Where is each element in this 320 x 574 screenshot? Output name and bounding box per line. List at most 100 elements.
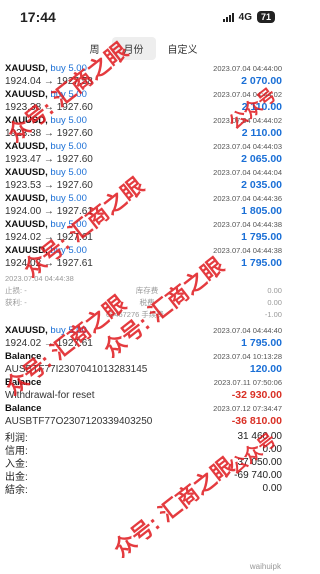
deal-symbol: XAUUSD, bbox=[5, 141, 48, 152]
summary-profit-value: 31 460.00 bbox=[237, 431, 283, 442]
deal-prices: 1924.02 → 1927.61 bbox=[5, 338, 93, 349]
deal-row[interactable]: XAUUSD, buy 5.00 2023.07.04 04:44:36 1924.… bbox=[0, 192, 287, 218]
deal-header: XAUUSD, buy 5.00 2023.07.04 04:44:02 bbox=[5, 115, 282, 127]
balance-body: AUSBTF77I2307041013283145 120.00 bbox=[5, 363, 282, 375]
deal-row[interactable]: XAUUSD, buy 5.00 2023.07.04 04:44:02 1923.… bbox=[0, 114, 287, 140]
deal-profit: 1 805.00 bbox=[241, 205, 282, 217]
battery-icon: 71 bbox=[256, 11, 275, 23]
balance-body: Withdrawal-for reset -32 930.00 bbox=[5, 389, 282, 401]
history-list: XAUUSD, buy 5.00 2023.07.04 04:44:00 1924.… bbox=[0, 62, 287, 497]
detail-time: 2023.07.04 04:44:38 bbox=[5, 273, 74, 283]
deal-body: 1923.53 → 1927.60 2 035.00 bbox=[5, 179, 282, 191]
tax-value: 0.00 bbox=[267, 297, 282, 307]
deal-symbol: XAUUSD, bbox=[5, 63, 48, 74]
deal-side: buy 5.00 bbox=[50, 115, 87, 126]
deal-header: XAUUSD, buy 5.00 2023.07.04 04:44:38 bbox=[5, 245, 282, 257]
balance-comment: Withdrawal-for reset bbox=[5, 390, 95, 401]
summary-withdrawal-value: -69 740.00 bbox=[234, 470, 282, 481]
balance-header: Balance 2023.07.11 07:50:06 bbox=[5, 377, 282, 389]
deal-prices: 1924.04 → 1927.58 bbox=[5, 76, 93, 87]
deal-instrument: XAUUSD, buy 5.00 bbox=[5, 141, 87, 152]
tax-label: 税费 bbox=[139, 297, 155, 307]
deal-symbol: XAUUSD, bbox=[5, 325, 48, 336]
deal-side: buy 5.00 bbox=[50, 167, 87, 178]
deal-row[interactable]: XAUUSD, buy 5.00 2023.07.04 04:44:00 1924.… bbox=[0, 62, 287, 88]
deal-time: 2023.07.04 04:44:04 bbox=[213, 168, 282, 177]
balance-row[interactable]: Balance 2023.07.12 07:34:47 AUSBTF77O23071… bbox=[0, 402, 287, 428]
status-icons: 4G 71 bbox=[222, 11, 275, 23]
deal-profit: 1 795.00 bbox=[241, 231, 282, 243]
balance-title: Balance bbox=[5, 377, 42, 388]
balance-title: Balance bbox=[5, 351, 42, 362]
deal-header: XAUUSD, buy 5.00 2023.07.04 04:44:38 bbox=[5, 219, 282, 231]
deal-instrument: XAUUSD, buy 5.00 bbox=[5, 63, 87, 74]
deal-prices: 1923.38 → 1927.60 bbox=[5, 128, 93, 139]
deal-header: XAUUSD, buy 5.00 2023.07.04 04:44:36 bbox=[5, 193, 282, 205]
deal-row[interactable]: XAUUSD, buy 5.00 2023.07.04 04:44:04 1923.… bbox=[0, 166, 287, 192]
deal-header: XAUUSD, buy 5.00 2023.07.04 04:44:02 bbox=[5, 89, 282, 101]
deal-profit: 2 065.00 bbox=[241, 153, 282, 165]
deal-side: buy 5.00 bbox=[50, 141, 87, 152]
deal-side: buy 5.00 bbox=[50, 89, 87, 100]
summary-balance-value: 0.00 bbox=[262, 483, 282, 494]
deal-instrument: XAUUSD, buy 5.00 bbox=[5, 115, 87, 126]
balance-time: 2023.07.11 07:50:06 bbox=[213, 378, 282, 387]
deal-prices: 1923.47 → 1927.60 bbox=[5, 154, 93, 165]
tp-label: 获利: bbox=[5, 297, 23, 307]
deal-symbol: XAUUSD, bbox=[5, 115, 48, 126]
tab-month[interactable]: 月份 bbox=[111, 36, 156, 60]
deal-instrument: XAUUSD, buy 5.00 bbox=[5, 167, 87, 178]
deal-side: buy 5.00 bbox=[50, 193, 87, 204]
deal-time: 2023.07.04 04:44:36 bbox=[213, 194, 282, 203]
balance-amount: -32 930.00 bbox=[231, 389, 282, 401]
deal-row[interactable]: XAUUSD, buy 5.00 2023.07.04 04:44:38 1924.… bbox=[0, 244, 287, 270]
network-type: 4G bbox=[238, 11, 252, 23]
summary-deposit-value: 37 050.00 bbox=[237, 457, 283, 468]
summary: 利润: 31 460.00 信用: 0.00 入金: 37 050.00 出金: -69… bbox=[0, 428, 287, 497]
deal-prices: 1924.00 → 1927.61 bbox=[5, 206, 93, 217]
deal-body: 1923.38 → 1927.60 2 110.00 bbox=[5, 127, 282, 139]
deal-instrument: XAUUSD, buy 5.00 bbox=[5, 89, 87, 100]
deal-row[interactable]: XAUUSD, buy 5.00 2023.07.04 04:44:38 1924.… bbox=[0, 218, 287, 244]
deal-instrument: XAUUSD, buy 5.00 bbox=[5, 219, 87, 230]
deal-side: buy 5.00 bbox=[50, 325, 87, 336]
deal-time: 2023.07.04 04:44:00 bbox=[213, 64, 282, 73]
balance-header: Balance 2023.07.12 07:34:47 bbox=[5, 403, 282, 415]
sl-value: - bbox=[24, 285, 27, 295]
balance-row[interactable]: Balance 2023.07.04 10:13:28 AUSBTF77I23070… bbox=[0, 350, 287, 376]
commission-label: 手续费 bbox=[141, 309, 164, 319]
deal-prices: 1924.02 → 1927.61 bbox=[5, 232, 93, 243]
deal-profit: 1 795.00 bbox=[241, 257, 282, 269]
deal-time: 2023.07.04 04:44:40 bbox=[213, 326, 282, 335]
balance-header: Balance 2023.07.04 10:13:28 bbox=[5, 351, 282, 363]
deal-time: 2023.07.04 04:44:02 bbox=[213, 116, 282, 125]
tab-week[interactable]: 周 bbox=[78, 37, 112, 60]
balance-title: Balance bbox=[5, 403, 42, 414]
deal-profit: 2 070.00 bbox=[241, 75, 282, 87]
summary-balance-label: 結余: bbox=[5, 485, 28, 496]
deal-time: 2023.07.04 04:44:38 bbox=[213, 246, 282, 255]
signal-icon bbox=[222, 12, 234, 22]
deal-detail: 2023.07.04 04:44:38 止损: - 库存费 0.00 获利: -… bbox=[0, 270, 287, 324]
balance-time: 2023.07.12 07:34:47 bbox=[213, 404, 282, 413]
deal-symbol: XAUUSD, bbox=[5, 245, 48, 256]
deal-profit: 1 795.00 bbox=[241, 337, 282, 349]
deal-symbol: XAUUSD, bbox=[5, 219, 48, 230]
balance-body: AUSBTF77O2307120339403250 -36 810.00 bbox=[5, 415, 282, 427]
balance-amount: 120.00 bbox=[249, 363, 282, 375]
tp-value: - bbox=[24, 297, 27, 307]
deal-body: 1924.04 → 1927.58 2 070.00 bbox=[5, 75, 282, 87]
deal-row[interactable]: XAUUSD, buy 5.00 2023.07.04 04:44:40 192… bbox=[0, 324, 287, 350]
deal-body: 1924.02 → 1927.61 1 795.00 bbox=[5, 257, 282, 269]
deal-row[interactable]: XAUUSD, buy 5.00 2023.07.04 04:44:02 1923.… bbox=[0, 88, 287, 114]
tab-custom[interactable]: 自定义 bbox=[156, 37, 210, 60]
deal-header: XAUUSD, buy 5.00 2023.07.04 04:44:00 bbox=[5, 63, 282, 75]
sl-label: 止损: bbox=[5, 285, 23, 295]
deal-symbol: XAUUSD, bbox=[5, 193, 48, 204]
clock: 17:44 bbox=[20, 9, 56, 25]
deal-profit: 2 110.00 bbox=[241, 127, 282, 139]
deal-instrument: XAUUSD, buy 5.00 bbox=[5, 193, 87, 204]
balance-row[interactable]: Balance 2023.07.11 07:50:06 Withdrawal-for… bbox=[0, 376, 287, 402]
deal-body: 1923.47 → 1927.60 2 065.00 bbox=[5, 153, 282, 165]
deal-row[interactable]: XAUUSD, buy 5.00 2023.07.04 04:44:03 1923.… bbox=[0, 140, 287, 166]
